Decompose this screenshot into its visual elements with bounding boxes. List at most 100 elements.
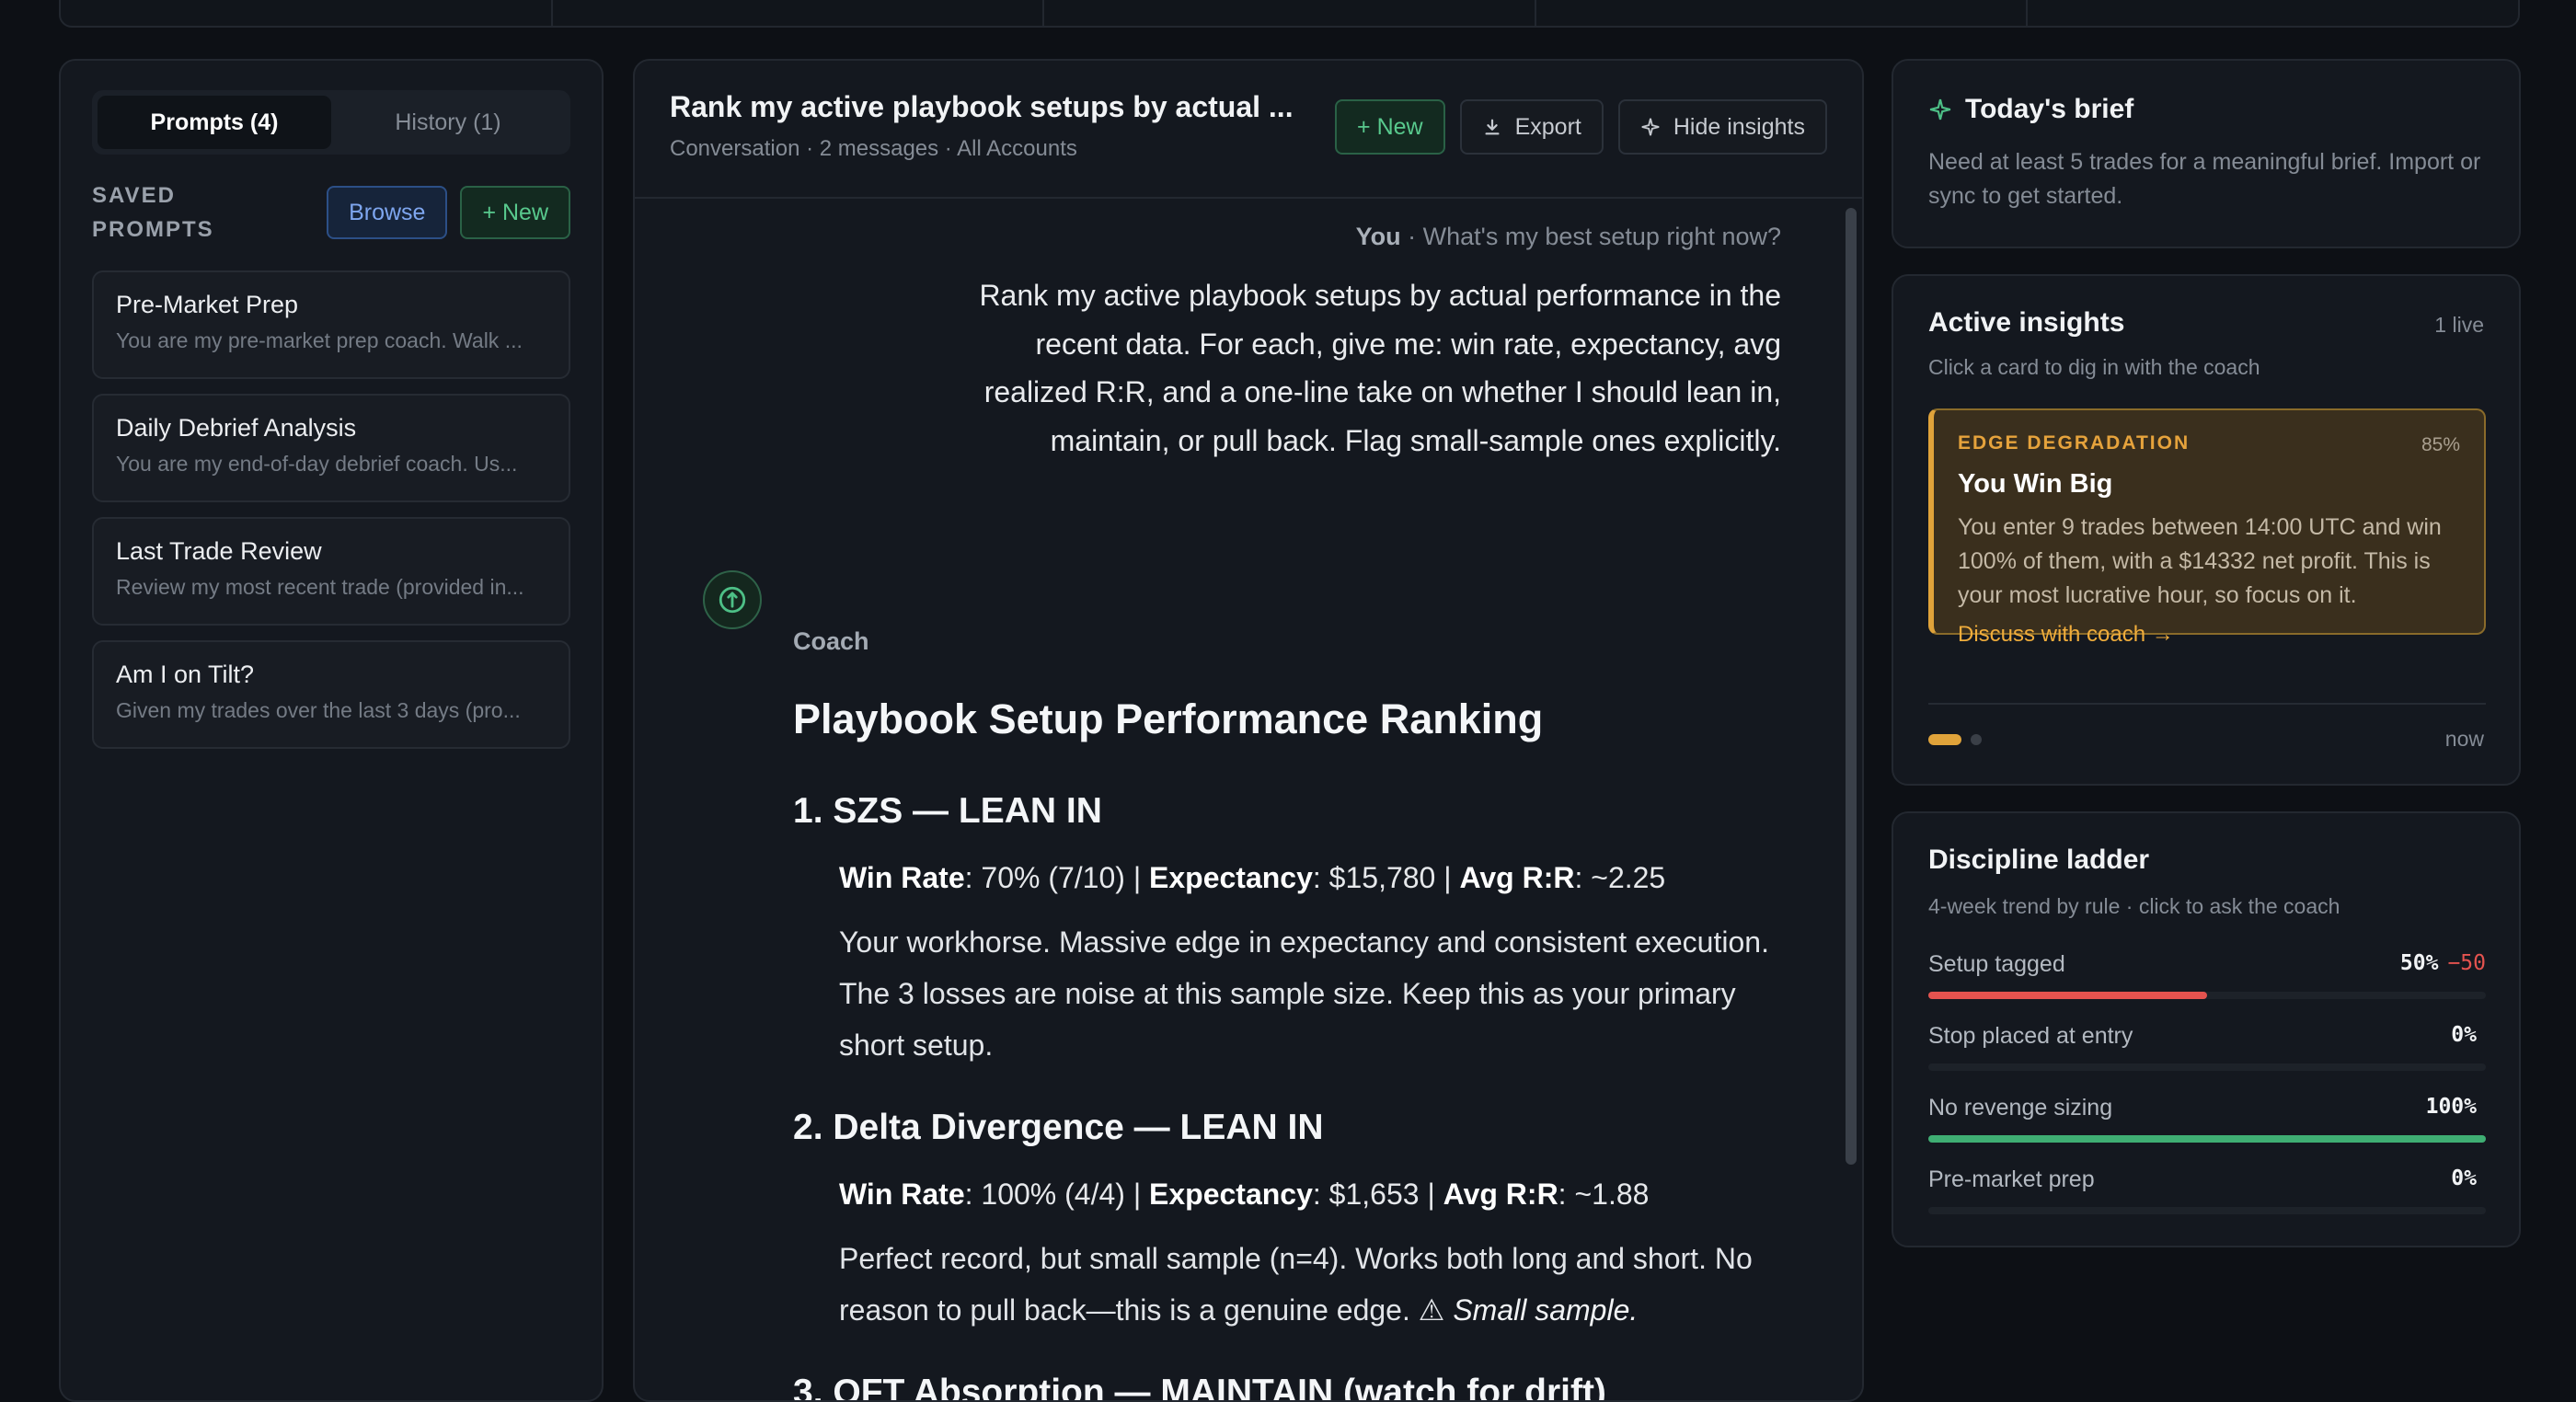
response-heading: Playbook Setup Performance Ranking	[793, 695, 1544, 742]
expectancy-label: Expectancy	[1149, 861, 1313, 894]
stat-cell	[1044, 0, 1536, 26]
new-conversation-button[interactable]: + New	[1335, 99, 1445, 155]
download-icon	[1485, 119, 1500, 135]
export-button[interactable]: Export	[1459, 99, 1604, 155]
rule-name: No revenge sizing	[1928, 1095, 2113, 1120]
rule-progress-track	[1928, 1063, 2486, 1071]
rule-name: Setup tagged	[1928, 951, 2065, 977]
insights-title: Active insights	[1928, 307, 2125, 338]
rule-value: 0%	[2451, 1166, 2486, 1190]
prompts-tabs: Prompts (4) History (1)	[92, 90, 570, 155]
browse-button[interactable]: Browse	[327, 186, 448, 239]
sparkle-icon	[1929, 98, 1951, 121]
top-stats-strip	[59, 0, 2520, 28]
rule-row[interactable]: Setup tagged 50% −50	[1928, 951, 2486, 1006]
setup-commentary: Your workhorse. Massive edge in expectan…	[839, 925, 1769, 1062]
win-rate-label: Win Rate	[839, 861, 965, 894]
rule-row[interactable]: No revenge sizing 100%	[1928, 1095, 2486, 1150]
tab-history[interactable]: History (1)	[331, 96, 565, 149]
setup-heading: 1. SZS — LEAN IN	[793, 791, 1102, 831]
prompt-description: You are my end-of-day debrief coach. Us.…	[116, 452, 518, 476]
todays-brief-card: Today's brief Need at least 5 trades for…	[1892, 59, 2521, 248]
new-prompt-button[interactable]: + New	[460, 186, 570, 239]
export-label: Export	[1514, 113, 1581, 140]
prompt-card[interactable]: Pre-Market Prep You are my pre-market pr…	[92, 270, 570, 379]
chat-scrollbar[interactable]	[1846, 208, 1857, 1165]
coach-name: Coach	[793, 627, 869, 655]
prompt-title: Last Trade Review	[116, 537, 322, 565]
rule-progress-fill	[1928, 1135, 2486, 1143]
rr-label: Avg R:R	[1443, 1178, 1558, 1211]
stat-cell	[553, 0, 1045, 26]
rule-row[interactable]: Stop placed at entry 0%	[1928, 1023, 2486, 1078]
saved-prompts-label: SAVED PROMPTS	[92, 183, 214, 242]
chat-header: Rank my active playbook setups by actual…	[635, 61, 1862, 199]
expectancy-value: : $15,780 |	[1312, 861, 1452, 894]
rule-percent: 0%	[2451, 1023, 2477, 1047]
rule-progress-track	[1928, 992, 2486, 999]
win-rate-value: : 100% (4/4) |	[964, 1178, 1142, 1211]
rule-value: 50% −50	[2400, 951, 2486, 975]
rule-progress-fill	[1928, 992, 2207, 999]
user-message-meta: You · What's my best setup right now?	[953, 223, 1781, 251]
discuss-with-coach-link[interactable]: Discuss with coach →	[1958, 622, 2460, 648]
user-message: You · What's my best setup right now? Ra…	[953, 223, 1781, 465]
user-name: You	[1355, 223, 1401, 250]
ladder-subtitle: 4-week trend by rule · click to ask the …	[1928, 894, 2340, 918]
user-message-text: Rank my active playbook setups by actual…	[979, 279, 1781, 457]
prompt-title: Am I on Tilt?	[116, 661, 255, 688]
coach-icon	[719, 586, 746, 614]
rule-value: 0%	[2451, 1023, 2486, 1047]
expectancy-label: Expectancy	[1149, 1178, 1313, 1211]
insight-card[interactable]: EDGE DEGRADATION 85% You Win Big You ent…	[1928, 408, 2486, 647]
active-insights-card: Active insights 1 live Click a card to d…	[1892, 274, 2521, 786]
ladder-title: Discipline ladder	[1928, 845, 2150, 875]
rule-name: Stop placed at entry	[1928, 1023, 2133, 1049]
tab-prompts[interactable]: Prompts (4)	[98, 96, 331, 149]
chat-panel: Rank my active playbook setups by actual…	[633, 59, 1864, 1402]
sparkle-icon	[1641, 118, 1660, 136]
divider	[1928, 703, 2486, 705]
prompt-card[interactable]: Last Trade Review Review my most recent …	[92, 517, 570, 626]
prompt-card[interactable]: Daily Debrief Analysis You are my end-of…	[92, 394, 570, 502]
expectancy-value: : $1,653 |	[1312, 1178, 1435, 1211]
rule-progress-track	[1928, 1135, 2486, 1143]
setup-stats: Win Rate: 70% (7/10) | Expectancy: $15,7…	[839, 861, 1665, 895]
insights-count: 1 live	[2434, 313, 2484, 337]
hide-insights-label: Hide insights	[1673, 113, 1805, 140]
rule-name: Pre-market prep	[1928, 1166, 2095, 1192]
rule-value: 100%	[2426, 1095, 2486, 1119]
insight-confidence: 85%	[2421, 434, 2460, 455]
hide-insights-button[interactable]: Hide insights	[1617, 99, 1827, 155]
insight-title: You Win Big	[1958, 469, 2113, 499]
stat-cell	[2028, 0, 2518, 26]
rule-percent: 50%	[2399, 951, 2439, 975]
insights-subtitle: Click a card to dig in with the coach	[1928, 355, 2260, 379]
coach-avatar	[703, 570, 762, 629]
stat-cell	[61, 0, 553, 26]
prompt-title: Daily Debrief Analysis	[116, 414, 357, 442]
insights-timestamp: now	[2444, 727, 2484, 751]
rule-row[interactable]: Pre-market prep 0%	[1928, 1166, 2486, 1222]
conversation-meta: Conversation · 2 messages · All Accounts	[670, 136, 1077, 161]
win-rate-label: Win Rate	[839, 1178, 965, 1211]
prompt-title: Pre-Market Prep	[116, 291, 299, 318]
conversation-title: Rank my active playbook setups by actual…	[670, 90, 1294, 123]
insight-text: You enter 9 trades between 14:00 UTC and…	[1958, 514, 2442, 608]
discipline-ladder-card: Discipline ladder 4-week trend by rule ·…	[1892, 811, 2521, 1247]
rule-delta: −50	[2447, 951, 2486, 975]
rr-label: Avg R:R	[1459, 861, 1575, 894]
setup-commentary: Perfect record, but small sample (n=4). …	[839, 1233, 1777, 1336]
prompt-card[interactable]: Am I on Tilt? Given my trades over the l…	[92, 640, 570, 749]
prompt-description: Given my trades over the last 3 days (pr…	[116, 698, 521, 722]
setup-heading: 3. OFT Absorption — MAINTAIN (watch for …	[793, 1373, 1606, 1402]
rr-value: : ~2.25	[1574, 861, 1666, 894]
prompt-description: Review my most recent trade (provided in…	[116, 575, 524, 599]
setup-stats: Win Rate: 100% (4/4) | Expectancy: $1,65…	[839, 1178, 1649, 1212]
carousel-dot[interactable]	[1971, 734, 1982, 745]
rule-progress-track	[1928, 1207, 2486, 1214]
rule-percent: 0%	[2451, 1166, 2477, 1190]
prompt-description: You are my pre-market prep coach. Walk .…	[116, 328, 523, 352]
carousel-dot-active[interactable]	[1928, 734, 1961, 745]
brief-text: Need at least 5 trades for a meaningful …	[1928, 149, 2481, 209]
